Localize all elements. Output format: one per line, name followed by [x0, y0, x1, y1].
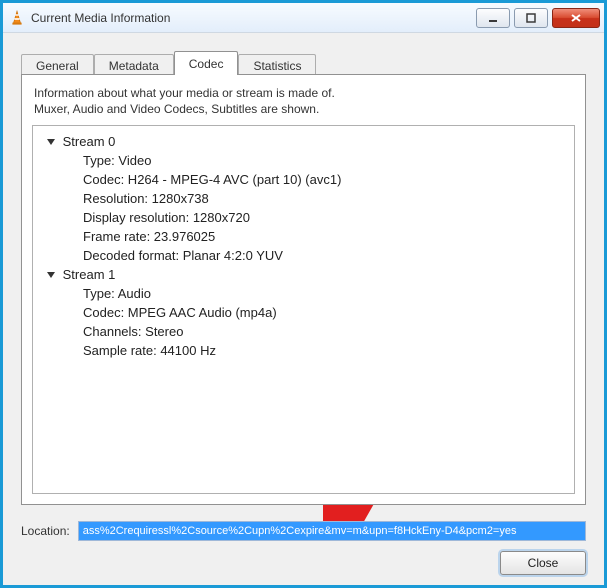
disclosure-triangle-icon — [47, 272, 55, 278]
close-button[interactable]: Close — [500, 551, 586, 575]
location-input[interactable] — [78, 521, 586, 541]
client-area: General Metadata Codec Statistics Inform… — [3, 33, 604, 585]
location-label: Location: — [21, 524, 70, 538]
stream-1-srate: Sample rate: 44100 Hz — [37, 341, 570, 360]
tab-metadata[interactable]: Metadata — [94, 54, 174, 76]
tab-page-codec: Information about what your media or str… — [21, 74, 586, 505]
stream-0-codec: Codec: H264 - MPEG-4 AVC (part 10) (avc1… — [37, 170, 570, 189]
window-title: Current Media Information — [31, 11, 476, 25]
stream-0-name: Stream 0 — [63, 134, 116, 149]
codec-hint: Information about what your media or str… — [34, 85, 573, 117]
maximize-button[interactable] — [514, 8, 548, 28]
stream-0-dres: Display resolution: 1280x720 — [37, 208, 570, 227]
tab-statistics[interactable]: Statistics — [238, 54, 316, 76]
window-titlebar: Current Media Information — [3, 3, 604, 33]
stream-1-name: Stream 1 — [63, 267, 116, 282]
tab-general[interactable]: General — [21, 54, 94, 76]
stream-1-chan: Channels: Stereo — [37, 322, 570, 341]
window-close-button[interactable] — [552, 8, 600, 28]
minimize-button[interactable] — [476, 8, 510, 28]
codec-tree[interactable]: Stream 0 Type: Video Codec: H264 - MPEG-… — [32, 125, 575, 494]
stream-0-type: Type: Video — [37, 151, 570, 170]
tab-strip: General Metadata Codec Statistics — [21, 51, 586, 75]
stream-1-type: Type: Audio — [37, 284, 570, 303]
disclosure-triangle-icon — [47, 139, 55, 145]
stream-0-decfmt: Decoded format: Planar 4:2:0 YUV — [37, 246, 570, 265]
stream-1-header[interactable]: Stream 1 — [37, 265, 570, 284]
tab-codec[interactable]: Codec — [174, 51, 239, 75]
location-row: Location: — [21, 521, 586, 541]
stream-0-fps: Frame rate: 23.976025 — [37, 227, 570, 246]
vlc-cone-icon — [9, 10, 25, 26]
stream-0-res: Resolution: 1280x738 — [37, 189, 570, 208]
stream-0-header[interactable]: Stream 0 — [37, 132, 570, 151]
stream-1-codec: Codec: MPEG AAC Audio (mp4a) — [37, 303, 570, 322]
